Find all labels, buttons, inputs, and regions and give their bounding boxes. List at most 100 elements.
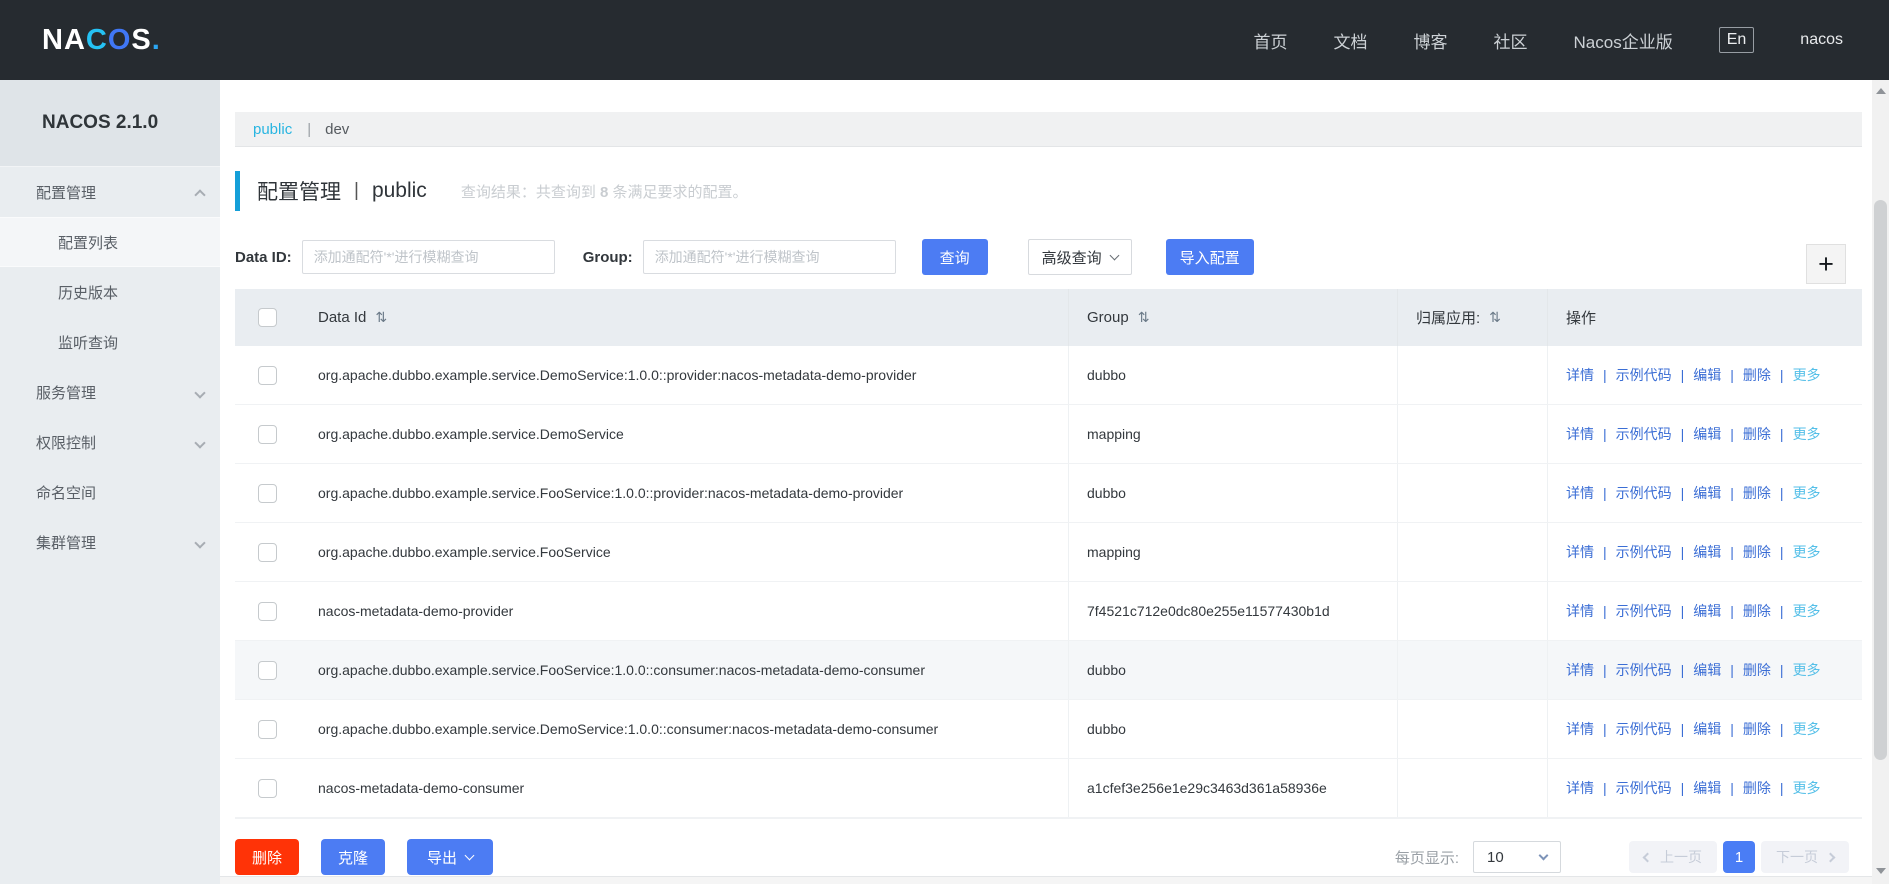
nacos-logo[interactable]: NACOS. (42, 24, 161, 57)
detail-link[interactable]: 详情 (1566, 778, 1594, 798)
scroll-up-icon[interactable] (1876, 88, 1886, 94)
delete-link[interactable]: 删除 (1743, 719, 1771, 739)
sample-code-link[interactable]: 示例代码 (1616, 542, 1672, 562)
sort-icon[interactable]: ⇅ (1489, 309, 1501, 326)
row-select-cell (235, 346, 300, 404)
sidebar-item-namespace[interactable]: 命名空间 (0, 467, 220, 517)
sidebar-item-config-management[interactable]: 配置管理 (0, 167, 220, 217)
current-page-button[interactable]: 1 (1723, 841, 1755, 873)
sample-code-link[interactable]: 示例代码 (1616, 365, 1672, 385)
sample-code-link[interactable]: 示例代码 (1616, 601, 1672, 621)
row-checkbox[interactable] (258, 484, 277, 503)
pagination: 每页显示: 10 上一页 1 下一页 (1395, 841, 1849, 873)
sort-icon[interactable]: ⇅ (375, 309, 387, 326)
edit-link[interactable]: 编辑 (1693, 542, 1721, 562)
detail-link[interactable]: 详情 (1566, 365, 1594, 385)
row-checkbox[interactable] (258, 425, 277, 444)
delete-link[interactable]: 删除 (1743, 365, 1771, 385)
scroll-down-icon[interactable] (1876, 868, 1886, 874)
detail-link[interactable]: 详情 (1566, 601, 1594, 621)
vertical-scrollbar[interactable] (1872, 80, 1889, 884)
sidebar-item-service-management[interactable]: 服务管理 (0, 367, 220, 417)
row-checkbox[interactable] (258, 779, 277, 798)
sidebar-item-permission-control[interactable]: 权限控制 (0, 417, 220, 467)
group-cell: dubbo (1068, 641, 1397, 699)
column-header-dataid[interactable]: Data Id⇅ (300, 289, 1068, 346)
edit-link[interactable]: 编辑 (1693, 483, 1721, 503)
sidebar-version-label: NACOS 2.1.0 (0, 80, 220, 167)
add-config-button[interactable]: + (1806, 244, 1846, 284)
user-menu[interactable]: nacos (1800, 31, 1843, 49)
sidebar-item-listener-query[interactable]: 监听查询 (0, 317, 220, 367)
import-config-button[interactable]: 导入配置 (1166, 239, 1254, 275)
edit-link[interactable]: 编辑 (1693, 660, 1721, 680)
nav-item-docs[interactable]: 文档 (1334, 28, 1368, 53)
row-checkbox[interactable] (258, 661, 277, 680)
sidebar-item-history-versions[interactable]: 历史版本 (0, 267, 220, 317)
column-header-group[interactable]: Group⇅ (1068, 289, 1397, 346)
clone-button[interactable]: 克隆 (321, 839, 385, 875)
query-button[interactable]: 查询 (922, 239, 988, 275)
detail-link[interactable]: 详情 (1566, 660, 1594, 680)
row-checkbox[interactable] (258, 602, 277, 621)
actions-cell: 详情|示例代码|编辑|删除|更多 (1547, 464, 1862, 522)
column-header-app[interactable]: 归属应用:⇅ (1397, 289, 1547, 346)
select-all-checkbox[interactable] (258, 308, 277, 327)
sample-code-link[interactable]: 示例代码 (1616, 778, 1672, 798)
delete-button[interactable]: 删除 (235, 839, 299, 875)
scrollbar-thumb[interactable] (1874, 200, 1887, 760)
next-page-button[interactable]: 下一页 (1761, 841, 1849, 873)
more-link[interactable]: 更多 (1793, 365, 1821, 385)
sort-icon[interactable]: ⇅ (1138, 309, 1150, 326)
prev-page-button[interactable]: 上一页 (1629, 841, 1717, 873)
row-checkbox[interactable] (258, 543, 277, 562)
breadcrumb-namespace-dev[interactable]: dev (325, 121, 349, 138)
detail-link[interactable]: 详情 (1566, 719, 1594, 739)
delete-link[interactable]: 删除 (1743, 483, 1771, 503)
detail-link[interactable]: 详情 (1566, 483, 1594, 503)
nav-item-home[interactable]: 首页 (1254, 28, 1288, 53)
nav-item-blog[interactable]: 博客 (1414, 28, 1448, 53)
export-button[interactable]: 导出 (407, 839, 493, 875)
sidebar-item-cluster-management[interactable]: 集群管理 (0, 517, 220, 567)
action-separator: | (1730, 780, 1734, 796)
more-link[interactable]: 更多 (1793, 778, 1821, 798)
actions-cell: 详情|示例代码|编辑|删除|更多 (1547, 405, 1862, 463)
more-link[interactable]: 更多 (1793, 542, 1821, 562)
sample-code-link[interactable]: 示例代码 (1616, 719, 1672, 739)
horizontal-scrollbar[interactable] (220, 876, 1872, 884)
nav-item-enterprise[interactable]: Nacos企业版 (1574, 28, 1673, 53)
more-link[interactable]: 更多 (1793, 483, 1821, 503)
detail-link[interactable]: 详情 (1566, 424, 1594, 444)
more-link[interactable]: 更多 (1793, 719, 1821, 739)
delete-link[interactable]: 删除 (1743, 660, 1771, 680)
delete-link[interactable]: 删除 (1743, 601, 1771, 621)
detail-link[interactable]: 详情 (1566, 542, 1594, 562)
table-row: org.apache.dubbo.example.service.FooServ… (235, 464, 1862, 523)
sample-code-link[interactable]: 示例代码 (1616, 660, 1672, 680)
edit-link[interactable]: 编辑 (1693, 365, 1721, 385)
dataid-input[interactable] (302, 240, 555, 274)
delete-link[interactable]: 删除 (1743, 424, 1771, 444)
nav-item-community[interactable]: 社区 (1494, 28, 1528, 53)
delete-link[interactable]: 删除 (1743, 542, 1771, 562)
delete-link[interactable]: 删除 (1743, 778, 1771, 798)
edit-link[interactable]: 编辑 (1693, 778, 1721, 798)
group-input[interactable] (643, 240, 896, 274)
row-checkbox[interactable] (258, 366, 277, 385)
edit-link[interactable]: 编辑 (1693, 424, 1721, 444)
language-toggle[interactable]: En (1719, 27, 1755, 53)
sample-code-link[interactable]: 示例代码 (1616, 483, 1672, 503)
sample-code-link[interactable]: 示例代码 (1616, 424, 1672, 444)
advanced-query-button[interactable]: 高级查询 (1028, 239, 1132, 275)
page-size-select[interactable]: 10 (1473, 841, 1561, 873)
page-size-label: 每页显示: (1395, 847, 1459, 868)
more-link[interactable]: 更多 (1793, 660, 1821, 680)
more-link[interactable]: 更多 (1793, 601, 1821, 621)
more-link[interactable]: 更多 (1793, 424, 1821, 444)
edit-link[interactable]: 编辑 (1693, 719, 1721, 739)
row-checkbox[interactable] (258, 720, 277, 739)
edit-link[interactable]: 编辑 (1693, 601, 1721, 621)
breadcrumb-namespace-public[interactable]: public (253, 121, 292, 138)
sidebar-item-config-list[interactable]: 配置列表 (0, 217, 220, 267)
